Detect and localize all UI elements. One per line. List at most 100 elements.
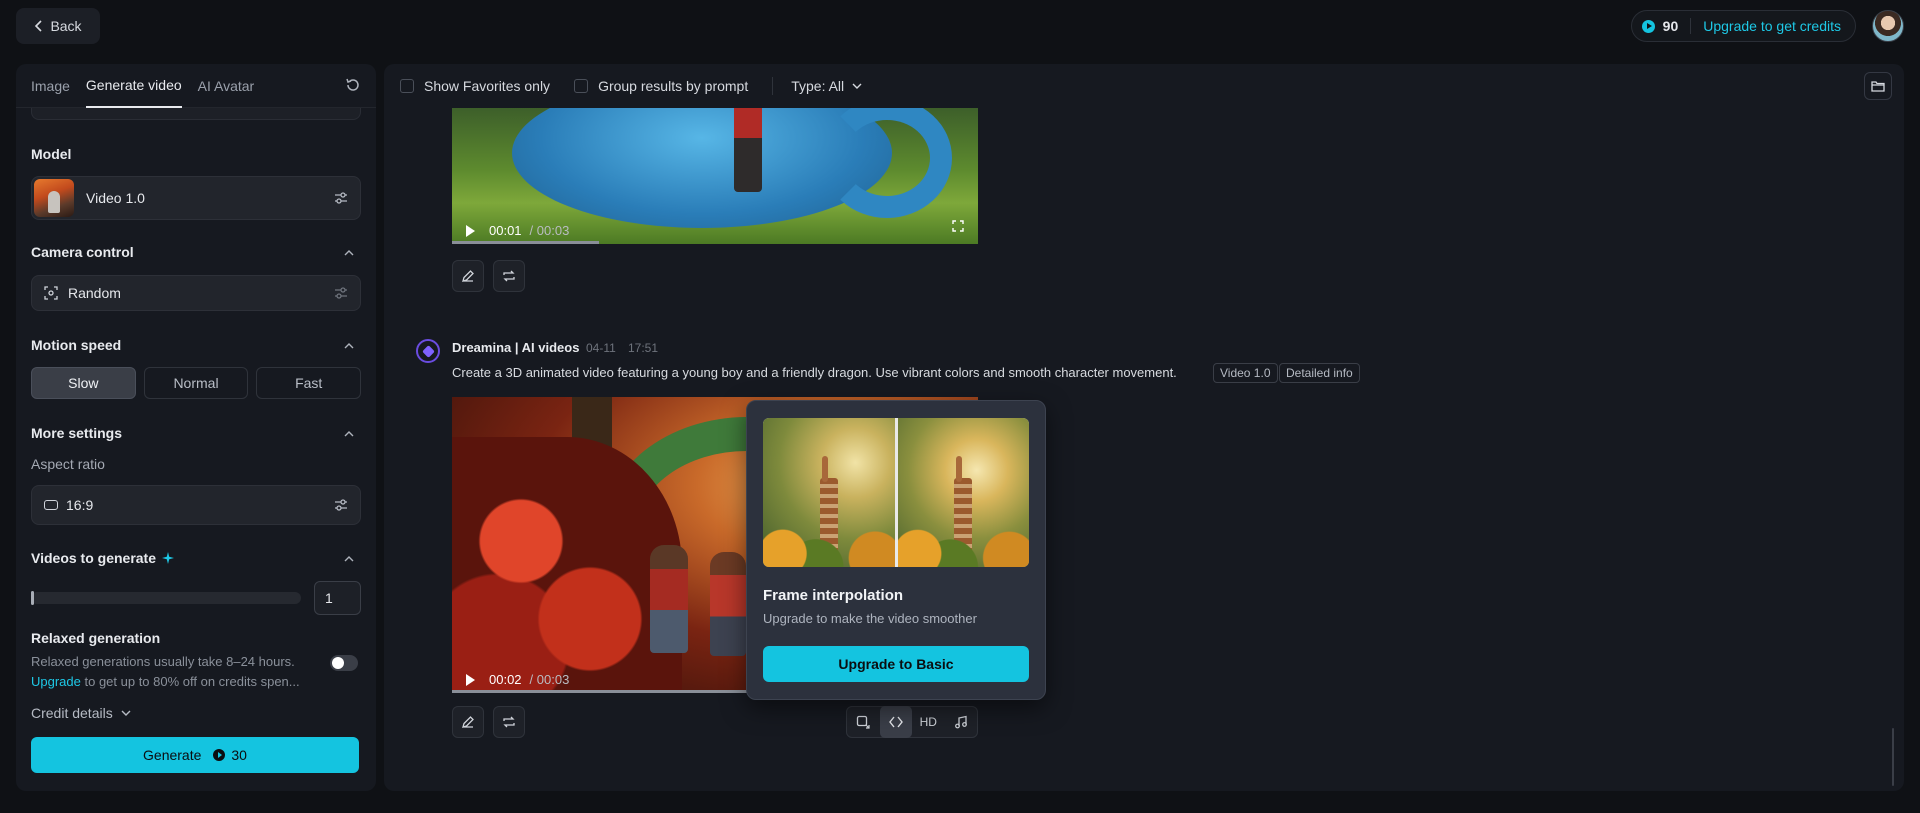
relaxed-description: Relaxed generations usually take 8–24 ho… — [31, 654, 295, 669]
speed-normal-button[interactable]: Normal — [143, 367, 249, 399]
video-enhance-toolbar: HD — [846, 706, 978, 738]
favorites-label: Show Favorites only — [424, 78, 551, 94]
favorites-filter[interactable]: Show Favorites only — [400, 78, 550, 94]
tab-ai-avatar[interactable]: AI Avatar — [198, 64, 255, 108]
mode-tabs: Image Generate video AI Avatar — [16, 64, 376, 108]
popover-title: Frame interpolation — [763, 587, 904, 604]
frame-interpolation-popover: Frame interpolation Upgrade to make the … — [746, 400, 1046, 700]
favorites-checkbox[interactable] — [400, 79, 414, 93]
popover-description: Upgrade to make the video smoother — [763, 611, 977, 626]
divider — [772, 77, 774, 95]
pencil-icon — [462, 716, 474, 728]
chevron-down-icon — [121, 710, 131, 716]
avatar[interactable] — [1872, 10, 1904, 42]
video-frame-boy — [650, 545, 688, 653]
duration: / 00:03 — [529, 223, 570, 238]
hd-upscale-button[interactable]: HD — [912, 706, 945, 738]
divider — [1690, 18, 1692, 34]
group-checkbox[interactable] — [574, 79, 589, 93]
chevron-up-icon[interactable] — [344, 248, 354, 258]
pencil-icon — [462, 270, 474, 282]
current-time: 00:02 — [489, 672, 522, 687]
camera-focus-icon — [44, 286, 58, 300]
settings-sliders-icon — [335, 287, 347, 299]
duration: / 00:03 — [529, 672, 570, 687]
dreamina-logo-icon — [416, 339, 440, 363]
camera-control-selector[interactable]: Random — [31, 275, 361, 311]
videos-to-generate-heading: Videos to generate — [31, 550, 175, 566]
credit-details-toggle[interactable]: Credit details — [31, 705, 131, 721]
preview-after — [897, 418, 1029, 567]
edit-button[interactable] — [452, 706, 484, 738]
prompt-text[interactable]: Create a 3D animated video featuring a y… — [452, 365, 1177, 380]
video-frame-leaves — [452, 437, 682, 693]
fullscreen-icon[interactable] — [952, 220, 964, 232]
videos-count-slider[interactable] — [31, 592, 301, 604]
generation-settings-panel: Image Generate video AI Avatar Model Vid… — [16, 64, 376, 791]
speed-slow-button[interactable]: Slow — [31, 367, 136, 399]
results-area: Show Favorites only Group results by pro… — [384, 64, 1904, 791]
entry-date: 04-11 — [586, 341, 616, 355]
credits-pill[interactable]: 90 Upgrade to get credits — [1630, 10, 1856, 42]
music-note-icon — [954, 715, 967, 729]
video-frame-boy — [734, 108, 762, 192]
regenerate-button[interactable] — [493, 260, 525, 292]
add-audio-button[interactable] — [945, 706, 978, 738]
tab-generate-video[interactable]: Generate video — [85, 64, 182, 108]
generate-label: Generate — [143, 747, 202, 763]
chevron-up-icon[interactable] — [344, 341, 354, 351]
regenerate-button[interactable] — [493, 706, 525, 738]
group-filter[interactable]: Group results by prompt — [574, 78, 748, 94]
relaxed-upgrade-line: Upgrade to get up to 80% off on credits … — [31, 672, 321, 692]
edit-button[interactable] — [452, 260, 484, 292]
videos-count-input[interactable]: 1 — [314, 581, 361, 615]
model-tag: Video 1.0 — [1213, 363, 1278, 383]
slider-handle[interactable] — [31, 591, 34, 605]
type-filter-dropdown[interactable]: Type: All — [791, 78, 862, 94]
play-icon[interactable] — [466, 224, 475, 237]
repeat-icon — [503, 716, 515, 728]
prompt-field-edge[interactable] — [31, 108, 361, 120]
aspect-ratio-selector[interactable]: 16:9 — [31, 485, 361, 525]
extend-icon — [857, 715, 870, 729]
detailed-info-tag[interactable]: Detailed info — [1279, 363, 1360, 383]
repeat-icon — [503, 270, 515, 282]
generate-button[interactable]: Generate 30 — [31, 737, 359, 773]
video-progress-bar[interactable] — [452, 241, 600, 244]
current-time: 00:01 — [489, 223, 522, 238]
video-frame-tail — [822, 108, 952, 218]
sparkle-icon — [162, 552, 175, 564]
upgrade-link[interactable]: Upgrade — [31, 674, 81, 689]
relaxed-generation-heading: Relaxed generation — [31, 630, 161, 646]
extend-video-button[interactable] — [847, 706, 880, 738]
video-progress-bar[interactable] — [452, 690, 752, 693]
speed-fast-button[interactable]: Fast — [256, 367, 362, 399]
chevron-down-icon — [852, 83, 862, 89]
back-button[interactable]: Back — [16, 8, 100, 44]
filter-bar: Show Favorites only Group results by pro… — [384, 64, 1904, 108]
video-player-1[interactable]: 00:01 / 00:03 — [452, 108, 978, 244]
reset-icon[interactable] — [345, 77, 361, 93]
upgrade-credits-link[interactable]: Upgrade to get credits — [1703, 18, 1841, 34]
author-name: Dreamina | AI videos — [452, 340, 580, 355]
aspect-ratio-icon — [44, 500, 58, 510]
frame-interpolation-button[interactable] — [879, 706, 912, 738]
folder-icon — [1871, 81, 1885, 92]
credit-coin-icon — [1641, 19, 1655, 33]
type-label: Type: All — [791, 78, 845, 94]
model-selector[interactable]: Video 1.0 — [31, 176, 361, 220]
tab-image[interactable]: Image — [31, 64, 70, 108]
motion-speed-options: Slow Normal Fast — [31, 367, 362, 399]
relaxed-generation-toggle[interactable] — [330, 655, 358, 671]
video-controls: 00:02 / 00:03 — [466, 672, 569, 687]
chevron-left-icon — [35, 20, 43, 32]
interpolation-preview-image — [763, 418, 1029, 567]
chevron-up-icon[interactable] — [344, 429, 354, 439]
folder-button[interactable] — [1864, 72, 1892, 100]
chevron-up-icon[interactable] — [344, 554, 354, 564]
scrollbar[interactable] — [1892, 728, 1894, 786]
upgrade-to-basic-button[interactable]: Upgrade to Basic — [763, 646, 1029, 682]
play-icon[interactable] — [466, 673, 475, 686]
generate-cost: 30 — [231, 747, 247, 763]
model-value: Video 1.0 — [86, 190, 145, 206]
